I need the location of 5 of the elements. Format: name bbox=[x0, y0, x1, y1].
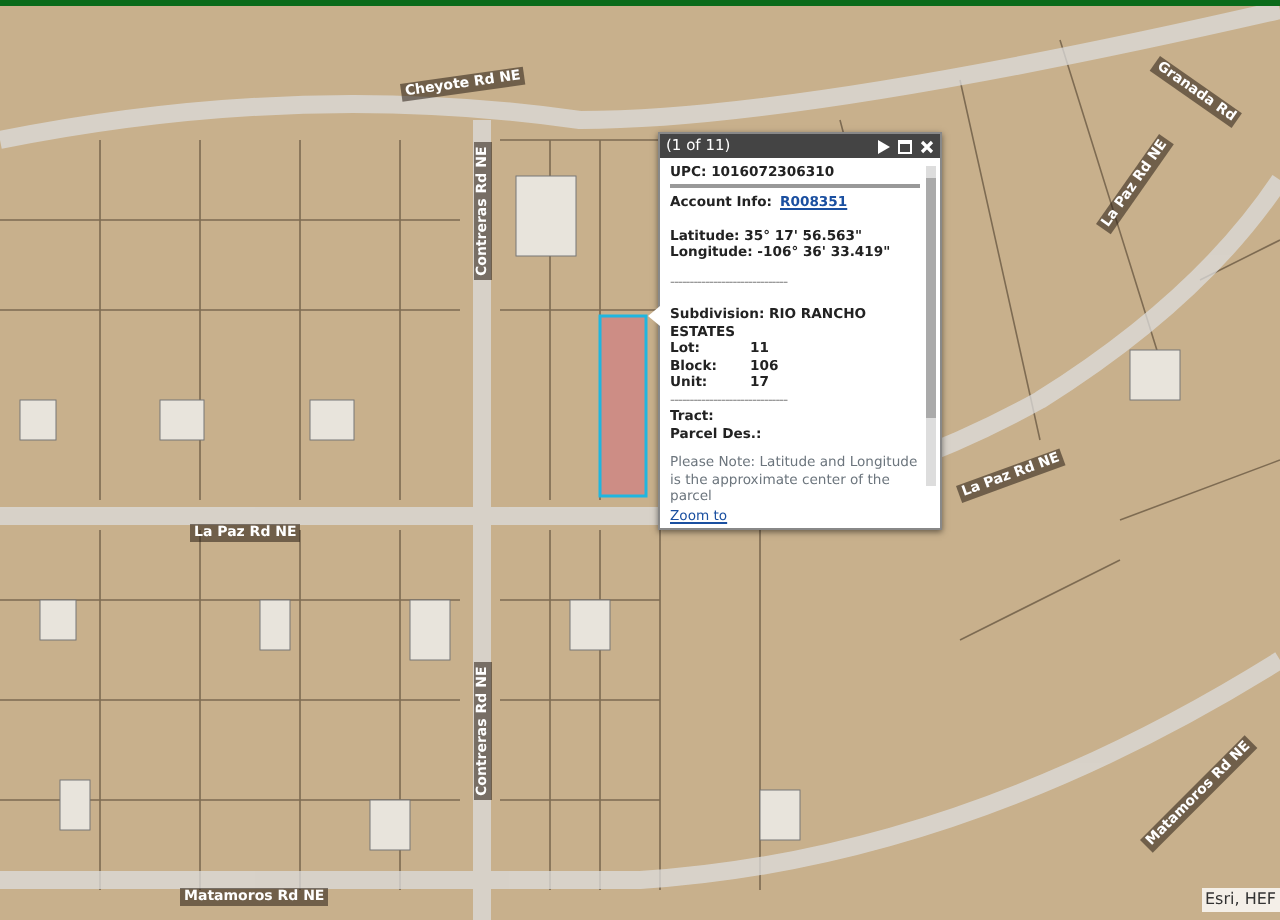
map-attribution: Esri, HEF bbox=[1201, 888, 1280, 912]
close-icon[interactable] bbox=[920, 139, 934, 153]
play-icon[interactable] bbox=[878, 139, 890, 153]
maximize-icon[interactable] bbox=[898, 139, 912, 153]
scrollbar[interactable] bbox=[926, 166, 936, 486]
